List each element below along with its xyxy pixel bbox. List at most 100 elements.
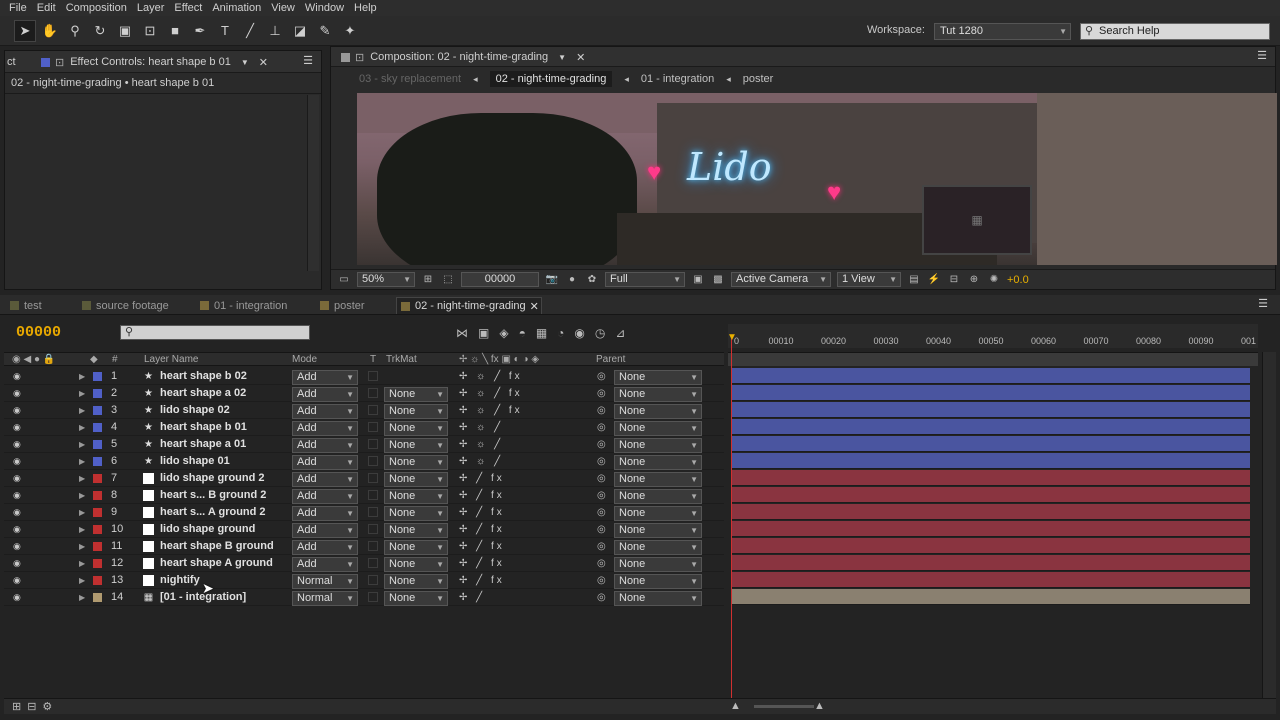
lock-icon[interactable]: ⊡ bbox=[355, 51, 364, 64]
eraser-tool-icon[interactable]: ◪ bbox=[289, 20, 311, 42]
pickwhip-icon[interactable]: ◎ bbox=[597, 388, 606, 399]
layer-label-color[interactable] bbox=[93, 575, 102, 585]
track-matte-select[interactable]: None ▼ bbox=[384, 574, 448, 589]
expand-twirl-icon[interactable]: ▶ bbox=[79, 508, 85, 517]
preserve-transparency-box[interactable] bbox=[368, 388, 378, 398]
hand-tool-icon[interactable]: ✋ bbox=[39, 20, 61, 42]
parent-select[interactable]: None ▼ bbox=[614, 591, 702, 606]
layer-row[interactable]: ◉ ▶ 13 nightify Normal ▼ None ▼ ✢ ╱ fx ◎ None ▼ bbox=[4, 572, 724, 589]
av-features-icon[interactable]: ◉ ◀ ● 🔒 bbox=[12, 354, 55, 365]
track-matte-select[interactable]: None ▼ bbox=[384, 506, 448, 521]
track-matte-select[interactable]: None ▼ bbox=[384, 387, 448, 402]
layer-label-color[interactable] bbox=[93, 371, 102, 381]
layer-name[interactable]: lido shape ground bbox=[160, 523, 255, 535]
layer-switches[interactable]: ✢ ╱ bbox=[459, 592, 485, 603]
menu-composition[interactable]: Composition bbox=[66, 2, 127, 14]
camera-select[interactable]: Active Camera ▼ bbox=[731, 272, 831, 287]
exposure-icon[interactable]: ✺ bbox=[987, 273, 1001, 287]
eye-icon[interactable]: ◉ bbox=[13, 575, 21, 586]
layer-label-color[interactable] bbox=[93, 422, 102, 432]
blend-mode-select[interactable]: Add ▼ bbox=[292, 472, 358, 487]
layer-duration-bar[interactable] bbox=[732, 470, 1250, 486]
preserve-transparency-box[interactable] bbox=[368, 524, 378, 534]
layer-switches[interactable]: ✢ ☼ ╱ bbox=[459, 439, 503, 450]
layer-label-color[interactable] bbox=[93, 592, 102, 602]
blend-mode-select[interactable]: Add ▼ bbox=[292, 404, 358, 419]
parent-select[interactable]: None ▼ bbox=[614, 455, 702, 470]
preserve-transparency-box[interactable] bbox=[368, 422, 378, 432]
blend-mode-select[interactable]: Normal ▼ bbox=[292, 574, 358, 589]
layer-row[interactable]: ◉ ▶ 1 ★ heart shape b 02 Add ▼ ✢ ☼ ╱ fx ◎ None ▼ bbox=[4, 368, 724, 385]
eye-icon[interactable]: ◉ bbox=[13, 473, 21, 484]
parent-select[interactable]: None ▼ bbox=[614, 472, 702, 487]
layer-switches[interactable]: ✢ ╱ fx bbox=[459, 575, 505, 586]
effect-controls-tab[interactable]: ⊡ Effect Controls: heart shape b 01 ▼ ✕ bbox=[41, 52, 268, 72]
pan-behind-tool-icon[interactable]: ⊡ bbox=[139, 20, 161, 42]
layer-row[interactable]: ◉ ▶ 14 ▦ [01 - integration] Normal ▼ None ▼ ✢ ╱ ◎ N… bbox=[4, 589, 724, 606]
layer-label-color[interactable] bbox=[93, 558, 102, 568]
pickwhip-icon[interactable]: ◎ bbox=[597, 575, 606, 586]
blend-mode-select[interactable]: Add ▼ bbox=[292, 387, 358, 402]
layer-name[interactable]: heart shape a 01 bbox=[160, 438, 246, 450]
preserve-transparency-box[interactable] bbox=[368, 405, 378, 415]
layer-switches[interactable]: ✢ ╱ fx bbox=[459, 490, 505, 501]
search-help-input[interactable]: ⚲ Search Help bbox=[1080, 23, 1270, 40]
eye-icon[interactable]: ◉ bbox=[13, 405, 21, 416]
layer-name[interactable]: lido shape 02 bbox=[160, 404, 230, 416]
expand-twirl-icon[interactable]: ▶ bbox=[79, 593, 85, 602]
layer-name[interactable]: heart shape A ground bbox=[160, 557, 273, 569]
layer-duration-bar[interactable] bbox=[732, 419, 1250, 435]
menu-effect[interactable]: Effect bbox=[174, 2, 202, 14]
eye-icon[interactable]: ◉ bbox=[13, 524, 21, 535]
zoom-in-icon[interactable]: ▲ bbox=[814, 700, 825, 712]
left-panel-tab[interactable]: ct bbox=[7, 52, 16, 72]
menu-layer[interactable]: Layer bbox=[137, 2, 165, 14]
parent-select[interactable]: None ▼ bbox=[614, 404, 702, 419]
layer-name[interactable]: nightify bbox=[160, 574, 200, 586]
track-matte-select[interactable]: None ▼ bbox=[384, 557, 448, 572]
layer-switches[interactable]: ✢ ╱ fx bbox=[459, 507, 505, 518]
brush-tool-icon[interactable]: ╱ bbox=[239, 20, 261, 42]
pen-tool-icon[interactable]: ✒ bbox=[189, 20, 211, 42]
selection-tool-icon[interactable]: ➤ bbox=[14, 19, 36, 42]
column-layer-name[interactable]: Layer Name bbox=[144, 354, 198, 365]
parent-select[interactable]: None ▼ bbox=[614, 523, 702, 538]
magnification-select[interactable]: 50% ▼ bbox=[357, 272, 415, 287]
layer-duration-bar[interactable] bbox=[732, 572, 1250, 588]
layer-label-color[interactable] bbox=[93, 439, 102, 449]
blend-mode-select[interactable]: Normal ▼ bbox=[292, 591, 358, 606]
pickwhip-icon[interactable]: ◎ bbox=[597, 456, 606, 467]
toggle-pixel-aspect-icon[interactable]: ▤ bbox=[907, 273, 921, 287]
fast-previews-icon[interactable]: ⚡ bbox=[927, 273, 941, 287]
layer-switches[interactable]: ✢ ☼ ╱ fx bbox=[459, 405, 523, 416]
timeline-scrollbar[interactable] bbox=[1262, 352, 1276, 698]
layer-name[interactable]: heart s... B ground 2 bbox=[160, 489, 266, 501]
layer-name[interactable]: heart s... A ground 2 bbox=[160, 506, 266, 518]
chevron-down-icon[interactable]: ▼ bbox=[558, 53, 566, 62]
expand-twirl-icon[interactable]: ▶ bbox=[79, 457, 85, 466]
layer-label-color[interactable] bbox=[93, 456, 102, 466]
layer-row[interactable]: ◉ ▶ 3 ★ lido shape 02 Add ▼ None ▼ ✢ ☼ ╱ fx ◎ None ▼ bbox=[4, 402, 724, 419]
eye-icon[interactable]: ◉ bbox=[13, 558, 21, 569]
pickwhip-icon[interactable]: ◎ bbox=[597, 524, 606, 535]
expand-twirl-icon[interactable]: ▶ bbox=[79, 406, 85, 415]
layer-row[interactable]: ◉ ▶ 2 ★ heart shape a 02 Add ▼ None ▼ ✢ ☼ ╱ fx ◎ No… bbox=[4, 385, 724, 402]
region-of-interest-icon[interactable]: ▣ bbox=[691, 273, 705, 287]
menu-view[interactable]: View bbox=[271, 2, 295, 14]
expand-twirl-icon[interactable]: ▶ bbox=[79, 559, 85, 568]
layer-label-color[interactable] bbox=[93, 473, 102, 483]
show-snapshot-icon[interactable]: ● bbox=[565, 273, 579, 287]
layer-row[interactable]: ◉ ▶ 12 heart shape A ground Add ▼ None ▼ ✢ ╱ fx ◎… bbox=[4, 555, 724, 572]
panel-menu-icon[interactable]: ☰ bbox=[1258, 297, 1268, 310]
layer-switches[interactable]: ✢ ╱ fx bbox=[459, 541, 505, 552]
expand-twirl-icon[interactable]: ▶ bbox=[79, 389, 85, 398]
track-matte-select[interactable]: None ▼ bbox=[384, 421, 448, 436]
timeline-icon[interactable]: ⊟ bbox=[947, 273, 961, 287]
layer-row[interactable]: ◉ ▶ 6 ★ lido shape 01 Add ▼ None ▼ ✢ ☼ ╱ ◎ None ▼ bbox=[4, 453, 724, 470]
transparency-grid-icon[interactable]: ▩ bbox=[711, 273, 725, 287]
expand-twirl-icon[interactable]: ▶ bbox=[79, 423, 85, 432]
layer-name[interactable]: lido shape ground 2 bbox=[160, 472, 265, 484]
expand-twirl-icon[interactable]: ▶ bbox=[79, 372, 85, 381]
layer-row[interactable]: ◉ ▶ 5 ★ heart shape a 01 Add ▼ None ▼ ✢ ☼ ╱ ◎ None ▼ bbox=[4, 436, 724, 453]
layer-row[interactable]: ◉ ▶ 10 lido shape ground Add ▼ None ▼ ✢ ╱ fx ◎ Non… bbox=[4, 521, 724, 538]
